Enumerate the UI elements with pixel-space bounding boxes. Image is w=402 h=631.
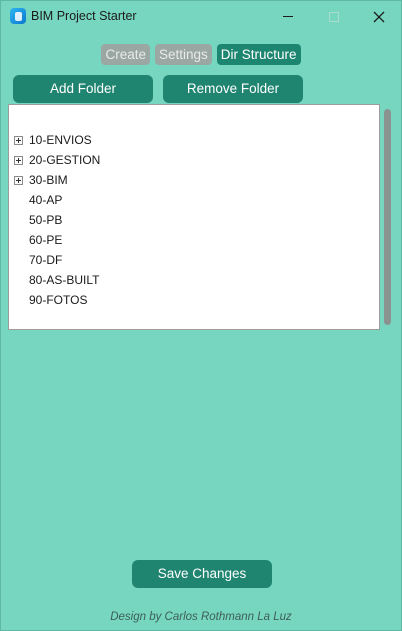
expand-plus-icon[interactable] — [14, 136, 23, 145]
tree-item[interactable]: 20-GESTION — [9, 150, 379, 170]
folder-tree-list: 10-ENVIOS 20-GESTION 30-BIM 40-AP 50-PB … — [9, 130, 379, 310]
tree-item-label: 20-GESTION — [29, 153, 101, 167]
title-bar[interactable]: BIM Project Starter — [1, 1, 401, 32]
tree-item-label: 50-PB — [29, 213, 63, 227]
tab-dir-structure[interactable]: Dir Structure — [216, 44, 301, 65]
close-button[interactable] — [356, 1, 402, 32]
maximize-button[interactable] — [311, 1, 357, 32]
tree-item[interactable]: 90-FOTOS — [9, 290, 379, 310]
tree-item-label: 80-AS-BUILT — [29, 273, 100, 287]
tree-item-label: 90-FOTOS — [29, 293, 88, 307]
minimize-button[interactable] — [265, 1, 311, 32]
tree-item[interactable]: 70-DF — [9, 250, 379, 270]
expand-plus-icon[interactable] — [14, 156, 23, 165]
folder-tree[interactable]: 10-ENVIOS 20-GESTION 30-BIM 40-AP 50-PB … — [8, 104, 380, 330]
app-logo-icon — [10, 8, 26, 24]
tree-item[interactable]: 60-PE — [9, 230, 379, 250]
designer-credit: Design by Carlos Rothmann La Luz — [110, 611, 292, 623]
minimize-icon — [283, 16, 293, 17]
tree-item-label: 70-DF — [29, 253, 63, 267]
window-title: BIM Project Starter — [31, 9, 137, 23]
maximize-icon — [329, 11, 339, 22]
expand-plus-icon[interactable] — [14, 176, 23, 185]
tree-item-label: 30-BIM — [29, 173, 68, 187]
tab-settings[interactable]: Settings — [154, 44, 212, 65]
tree-item[interactable]: 80-AS-BUILT — [9, 270, 379, 290]
save-changes-button[interactable]: Save Changes — [132, 560, 272, 588]
close-icon — [373, 11, 385, 22]
remove-folder-button[interactable]: Remove Folder — [163, 75, 303, 103]
add-folder-button[interactable]: Add Folder — [13, 75, 153, 103]
tree-item-label: 10-ENVIOS — [29, 133, 92, 147]
tree-item[interactable]: 30-BIM — [9, 170, 379, 190]
tree-item-label: 40-AP — [29, 193, 63, 207]
tab-create[interactable]: Create — [101, 44, 150, 65]
tree-item[interactable]: 50-PB — [9, 210, 379, 230]
app-window: BIM Project Starter Create Settings Dir … — [0, 0, 402, 631]
tree-item[interactable]: 10-ENVIOS — [9, 130, 379, 150]
tree-item-label: 60-PE — [29, 233, 63, 247]
tab-bar: Create Settings Dir Structure — [1, 44, 401, 65]
tree-item[interactable]: 40-AP — [9, 190, 379, 210]
tree-scrollbar[interactable] — [384, 109, 391, 325]
